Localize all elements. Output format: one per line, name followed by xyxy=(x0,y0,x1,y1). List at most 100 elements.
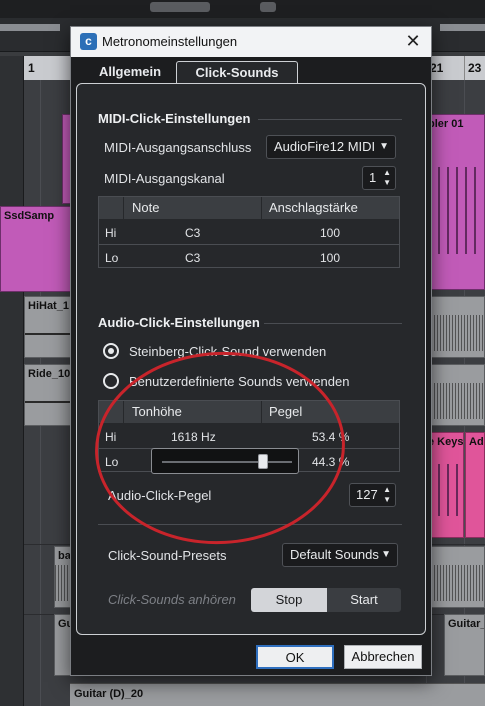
tab-bar: Allgemein Click-Sounds xyxy=(71,57,431,85)
metronome-settings-dialog: c Metronomeinstellungen ✕ Allgemein Clic… xyxy=(70,26,432,676)
waveform xyxy=(425,383,484,419)
audio-event[interactable]: HiHat_1 xyxy=(24,296,72,358)
row-name: Lo xyxy=(105,455,119,469)
click-sounds-panel: MIDI-Click-Einstellungen MIDI-Ausgangsan… xyxy=(76,83,426,635)
table-header: Note Anschlagstärke xyxy=(99,197,399,219)
ruler-bar-number: 1 xyxy=(28,61,35,75)
audio-click-level-stepper[interactable]: 127 ▲ ▼ xyxy=(349,483,396,507)
midi-channel-stepper[interactable]: 1 ▲ ▼ xyxy=(362,166,396,190)
audio-event[interactable]: Ride_10 xyxy=(24,364,72,426)
audio-event[interactable]: Guitar_ xyxy=(444,614,485,676)
midi-notes xyxy=(429,167,480,255)
radio-custom-label: Benutzerdefinierte Sounds verwenden xyxy=(129,374,350,389)
midi-channel-value: 1 xyxy=(369,170,377,185)
midi-velocity-cell[interactable]: 100 xyxy=(320,226,340,240)
column-header-velocity: Anschlagstärke xyxy=(269,200,358,215)
title-strip-text-fragment xyxy=(260,2,276,12)
tab-click-sounds[interactable]: Click-Sounds xyxy=(176,61,298,85)
audio-section-title: Audio-Click-Einstellungen xyxy=(98,315,260,330)
audio-event[interactable] xyxy=(424,364,485,426)
ruler-bar-number: 23 xyxy=(468,61,482,75)
midi-port-dropdown[interactable]: AudioFire12 MIDI ▼ xyxy=(266,135,396,159)
column-divider xyxy=(123,197,124,219)
presets-label: Click-Sound-Presets xyxy=(108,548,227,563)
start-button[interactable]: Start xyxy=(327,588,401,612)
column-header-note: Note xyxy=(132,200,160,215)
event-name: Guitar_ xyxy=(448,618,485,630)
ok-button[interactable]: OK xyxy=(256,645,334,669)
midi-note-cell[interactable]: C3 xyxy=(185,226,200,240)
chevron-down-icon: ▼ xyxy=(381,549,391,560)
row-name: Hi xyxy=(105,430,117,444)
event-name: ba xyxy=(58,550,71,562)
ruler-tick xyxy=(464,56,465,80)
lo-pitch-slider[interactable] xyxy=(151,448,299,474)
dialog-title: Metronomeinstellungen xyxy=(102,34,238,49)
waveform xyxy=(55,565,71,601)
column-header-level: Pegel xyxy=(269,404,303,419)
waveform xyxy=(25,401,71,403)
audio-click-level-value: 127 xyxy=(356,487,378,502)
midi-section-title: MIDI-Click-Einstellungen xyxy=(98,111,251,126)
audio-pitch-cell[interactable]: 1618 Hz xyxy=(171,430,216,444)
section-separator xyxy=(98,524,402,525)
stepper-arrows-icon: ▲ ▼ xyxy=(383,168,391,187)
presets-value: Default Sounds xyxy=(290,547,379,562)
event-name: Ride_10 xyxy=(28,368,71,380)
midi-port-value: AudioFire12 MIDI xyxy=(274,139,376,154)
ruler-bar-number: 21 xyxy=(430,61,444,75)
midi-event[interactable]: pler 01 xyxy=(424,114,485,290)
event-name: Ad xyxy=(469,436,484,448)
event-name: HiHat_1 xyxy=(28,300,69,312)
midi-event[interactable]: Ad xyxy=(465,432,485,538)
daw-title-strip xyxy=(0,0,485,18)
table-header: Tonhöhe Pegel xyxy=(99,401,399,423)
waveform xyxy=(425,315,484,351)
chevron-down-icon: ▼ xyxy=(379,141,389,152)
audio-level-cell[interactable]: 53.4 % xyxy=(312,430,349,444)
midi-channel-label: MIDI-Ausgangskanal xyxy=(104,171,225,186)
midi-port-label: MIDI-Ausgangsanschluss xyxy=(104,140,252,155)
event-name: SsdSamp xyxy=(4,210,55,222)
waveform xyxy=(25,333,71,335)
close-icon: ✕ xyxy=(405,31,421,51)
column-divider xyxy=(123,401,124,423)
audio-event[interactable] xyxy=(424,296,485,358)
dialog-titlebar[interactable]: c Metronomeinstellungen ✕ xyxy=(71,27,431,57)
waveform xyxy=(425,565,484,601)
midi-notes xyxy=(429,464,459,517)
stop-button[interactable]: Stop xyxy=(251,588,327,612)
event-name: e Keys xyxy=(428,436,464,448)
column-divider xyxy=(261,401,262,423)
audio-event[interactable] xyxy=(424,546,485,608)
section-separator xyxy=(258,119,402,120)
row-divider xyxy=(99,244,399,245)
midi-click-table: Note Anschlagstärke Hi C3 100 Lo C3 100 xyxy=(98,196,400,268)
radio-steinberg-label: Steinberg-Click-Sound verwenden xyxy=(129,344,327,359)
presets-dropdown[interactable]: Default Sounds ▼ xyxy=(282,543,398,567)
column-header-pitch: Tonhöhe xyxy=(132,404,182,419)
tab-allgemein[interactable]: Allgemein xyxy=(85,61,175,85)
slider-track xyxy=(162,461,292,463)
radio-custom-sounds[interactable] xyxy=(103,373,119,389)
section-separator xyxy=(264,323,402,324)
slider-thumb[interactable] xyxy=(258,454,269,469)
event-name: pler 01 xyxy=(428,118,464,130)
midi-note-cell[interactable]: C3 xyxy=(185,251,200,265)
midi-velocity-cell[interactable]: 100 xyxy=(320,251,340,265)
audio-event[interactable]: Guitar (D)_20 xyxy=(70,683,485,706)
toolbar-segment xyxy=(440,24,485,31)
row-name: Hi xyxy=(105,226,117,240)
close-button[interactable]: ✕ xyxy=(401,30,425,54)
toolbar-segment xyxy=(0,24,60,31)
row-name: Lo xyxy=(105,251,119,265)
cubase-app-icon: c xyxy=(80,33,97,50)
stepper-arrows-icon: ▲ ▼ xyxy=(383,485,391,504)
cancel-button[interactable]: Abbrechen xyxy=(344,645,422,669)
preview-label: Click-Sounds anhören xyxy=(108,592,236,607)
radio-steinberg-click[interactable] xyxy=(103,343,119,359)
midi-event[interactable]: SsdSamp xyxy=(0,206,72,292)
track-inspector-edge xyxy=(0,56,24,706)
audio-level-cell[interactable]: 44.3 % xyxy=(312,455,349,469)
event-name: Guitar (D)_20 xyxy=(74,688,144,700)
